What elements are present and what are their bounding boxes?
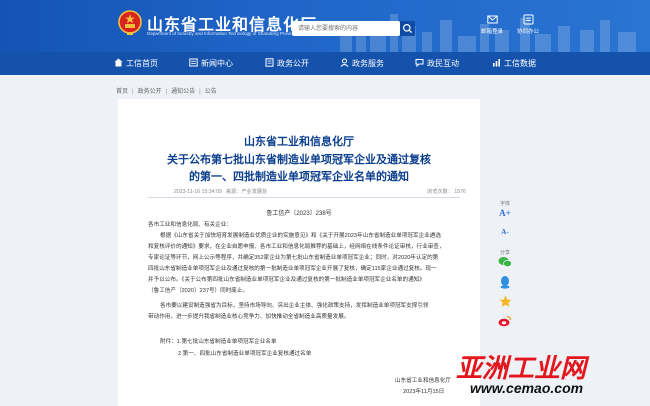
data-icon (493, 59, 500, 67)
article-meta: 2023-11-16 15:34:09 来源：产业发展处 浏览次数： 1576 (174, 188, 466, 195)
nav-label-open: 政务公开 (277, 59, 309, 68)
breadcrumb-home[interactable]: 首页 (116, 89, 128, 95)
article-title-line-1: 山东省工业和信息化厅 (244, 135, 354, 148)
office-icon (523, 14, 533, 25)
mail-login-link[interactable]: 邮箱登录 (477, 14, 507, 38)
mail-icon (486, 15, 498, 24)
paragraph-line: 和复核评价的通知》要求，在企业自愿申报、各市工业和信息化局推荐的基础上，经网络在… (148, 244, 445, 250)
share-wechat-button[interactable] (494, 255, 516, 273)
font-decrease-button[interactable]: A- (494, 221, 516, 239)
search-button[interactable] (400, 21, 415, 36)
main-nav: 工信首页 新闻中心 政务公开 政务服务 政民互动 工信数据 (0, 52, 650, 75)
news-icon (189, 58, 198, 67)
paragraph-line: 并予以公布。《关于公布第四批山东省制造业单项冠军企业及通过复核的第一批制造业单项… (148, 277, 425, 283)
header-links: 邮箱登录 协同办公 (477, 14, 547, 38)
wechat-icon (498, 257, 512, 268)
nav-item-data[interactable]: 工信数据 (492, 52, 536, 75)
qzone-icon (499, 295, 511, 307)
nav-label-interact: 政民互动 (427, 59, 459, 68)
service-icon (340, 58, 349, 68)
article-tools: 字体 A+ A- 分享 (494, 192, 516, 327)
nav-label-news: 新闻中心 (201, 59, 233, 68)
paragraph-line: 专家论证等环节，网上公示等程序，共确定352家企业为第七批山东省制造业单项冠军企… (148, 255, 439, 261)
font-decrease-icon: A- (501, 228, 509, 236)
article-date: 2023-11-16 15:34:09 (174, 189, 222, 195)
share-qzone-button[interactable] (494, 295, 516, 313)
title-divider (148, 197, 460, 198)
attachment-link-2[interactable]: 2.第一、四批山东省制造业单项冠军企业复核通过名单 (178, 349, 311, 357)
article-title-line-3: 的第一、四批制造业单项冠军企业名单的通知 (189, 170, 409, 183)
site-name-english: Department of Industry and Information T… (147, 31, 298, 36)
office-link[interactable]: 协同办公 (513, 14, 543, 38)
nav-item-interact[interactable]: 政民互动 (415, 52, 459, 75)
share-weibo-button[interactable] (494, 314, 516, 332)
nav-item-home[interactable]: 工信首页 (114, 52, 158, 75)
breadcrumb-open[interactable]: 政务公开 (138, 89, 162, 95)
home-icon (114, 58, 123, 67)
attachment-link-1[interactable]: 附件：1.第七批山东省制造业单项冠军企业名单 (160, 337, 277, 345)
national-emblem-icon (118, 10, 142, 35)
paragraph-line: 各市要以建设制造强省为目标，坚持市场导向、突出企业主体、强化政策支持，发挥制造业… (160, 303, 429, 309)
article-source: 来源：产业发展处 (225, 189, 268, 195)
article-panel: 山东省工业和信息化厅 关于公布第七批山东省制造业单项冠军企业及通过复核 的第一、… (118, 99, 480, 406)
breadcrumb-notice[interactable]: 通知公告 (171, 89, 195, 95)
nav-item-open[interactable]: 政务公开 (265, 52, 309, 75)
search-icon (403, 24, 413, 34)
nav-item-news[interactable]: 新闻中心 (189, 52, 233, 75)
breadcrumb: 首页 | 政务公开 | 通知公告 | 公告 (116, 89, 217, 95)
office-label: 协同办公 (516, 29, 539, 35)
site-header: 山东省工业和信息化厅 Department of Industry and In… (0, 0, 650, 52)
document-number: 鲁工信产〔2023〕238号 (266, 211, 332, 217)
nav-label-home: 工信首页 (126, 59, 158, 68)
interact-icon (415, 59, 424, 68)
paragraph-line: 带动作用，进一步提升我省制造业核心竞争力、加快推动全省制造业高质量发展。 (148, 314, 350, 320)
font-increase-icon: A+ (499, 208, 511, 218)
signature-org: 山东省工业和信息化厅 (395, 378, 451, 384)
nav-label-data: 工信数据 (504, 59, 536, 68)
qq-icon (500, 276, 510, 289)
open-icon (265, 58, 274, 68)
paragraph-salutation: 各市工业和信息化局、有关企业： (148, 222, 232, 228)
signature-date: 2023年11月15日 (403, 389, 445, 395)
weibo-icon (498, 315, 512, 327)
mail-login-label: 邮箱登录 (480, 29, 503, 35)
nav-item-service[interactable]: 政务服务 (340, 52, 384, 75)
share-qq-button[interactable] (494, 275, 516, 294)
paragraph-line: 四批山东省制造业单项冠军企业及通过复核的第一批制造业单项冠军企业开展了复核，确定… (148, 266, 437, 272)
article-title-line-2: 关于公布第七批山东省制造业单项冠军企业及通过复核 (167, 153, 431, 166)
article-views: 浏览次数： 1576 (427, 189, 466, 195)
breadcrumb-announcement[interactable]: 公告 (205, 89, 217, 95)
font-increase-button[interactable]: A+ (494, 203, 516, 221)
paragraph-line: （鲁工信产〔2020〕237号）同时废止。 (148, 288, 249, 294)
watermark-url: www.cemao.com (470, 380, 584, 396)
paragraph-line: 根据《山东省关于加快培育发展制造业优质企业的实施意见》和《关于开展2023年山东… (160, 233, 441, 239)
nav-label-service: 政务服务 (352, 59, 384, 68)
search-input[interactable] (292, 21, 400, 36)
